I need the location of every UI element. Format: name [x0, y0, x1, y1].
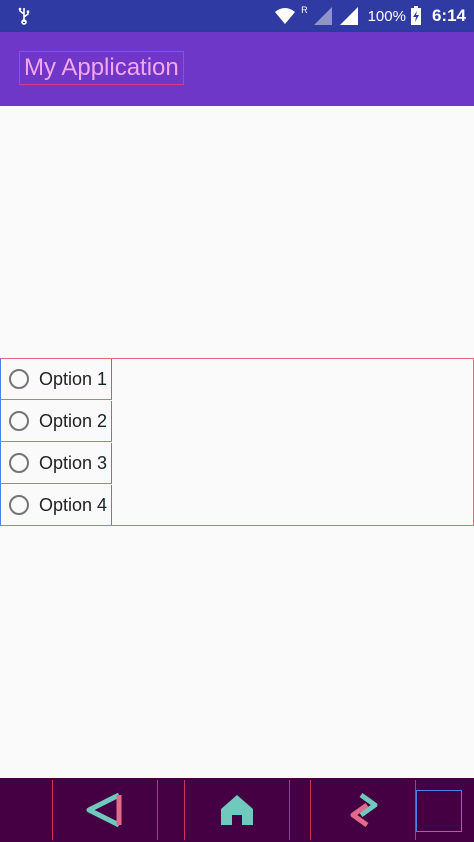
home-button[interactable] [184, 780, 290, 840]
radio-option-3[interactable]: Option 3 [1, 443, 112, 484]
radio-option-label: Option 4 [39, 494, 108, 515]
signal-icon [339, 7, 358, 25]
status-clock: 6:14 [431, 6, 466, 25]
back-icon [86, 793, 122, 827]
home-icon [221, 795, 253, 825]
recents-button[interactable] [310, 780, 416, 840]
radio-group: Option 1 Option 2 Option 3 Option 4 [0, 358, 474, 526]
battery-percent: 100% [367, 7, 406, 25]
radio-button-icon[interactable] [9, 411, 29, 431]
battery-icon [410, 6, 421, 25]
app-title: My Application [19, 51, 184, 85]
main-content: Option 1 Option 2 Option 3 Option 4 [0, 106, 474, 778]
radio-option-1[interactable]: Option 1 [1, 359, 112, 400]
radio-button-icon[interactable] [9, 369, 29, 389]
signal-icon [313, 7, 332, 25]
navigation-bar [0, 778, 474, 842]
network-type-label: R [301, 5, 308, 15]
radio-button-icon[interactable] [9, 495, 29, 515]
back-button[interactable] [52, 780, 158, 840]
status-bar: R 100% 6:14 [0, 0, 474, 32]
radio-button-icon[interactable] [9, 453, 29, 473]
radio-option-label: Option 1 [39, 368, 108, 389]
usb-icon [18, 7, 30, 25]
wifi-icon [275, 8, 296, 24]
radio-option-4[interactable]: Option 4 [1, 485, 112, 525]
radio-option-label: Option 3 [39, 452, 108, 473]
status-icons: R 100% 6:14 [273, 0, 466, 32]
app-bar: My Application [0, 32, 474, 106]
overflow-button[interactable] [416, 790, 462, 832]
radio-option-2[interactable]: Option 2 [1, 401, 112, 442]
radio-option-label: Option 2 [39, 410, 108, 431]
recents-icon [350, 793, 378, 827]
